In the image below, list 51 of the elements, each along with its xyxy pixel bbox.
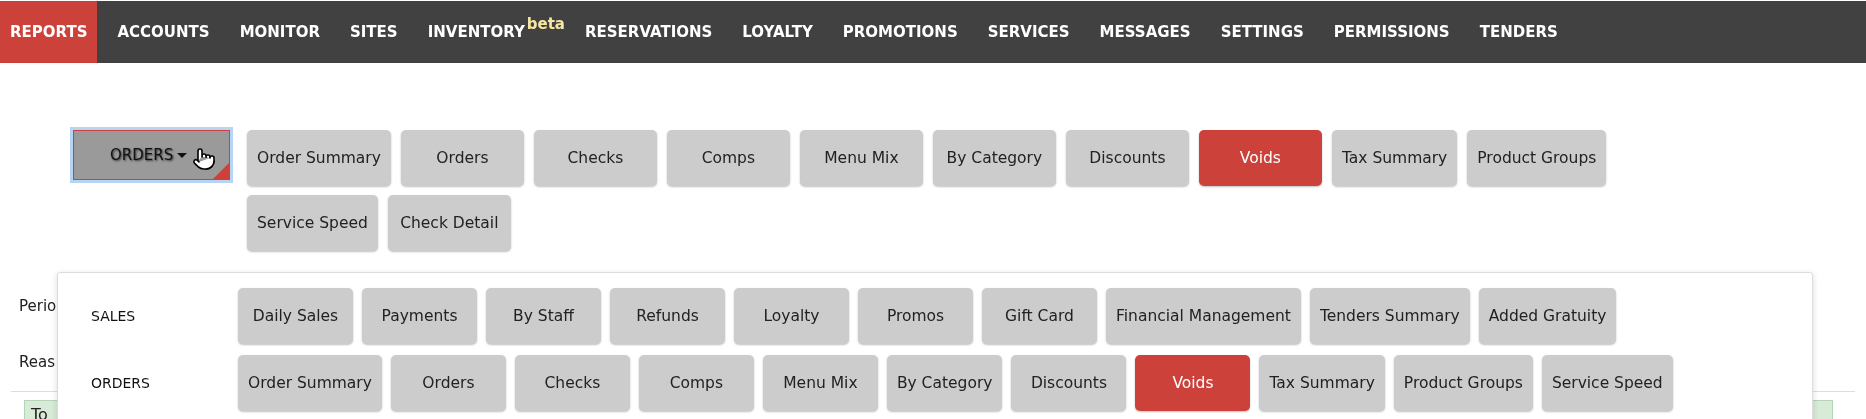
report-button[interactable]: Service Speed: [1541, 355, 1673, 411]
report-button[interactable]: Comps: [638, 355, 754, 411]
report-button[interactable]: Menu Mix: [799, 130, 923, 186]
nav-tab[interactable]: SERVICES: [977, 1, 1080, 63]
nav-tab[interactable]: REPORTS: [0, 1, 98, 63]
report-button[interactable]: Tax Summary: [1331, 130, 1458, 186]
report-button[interactable]: By Category: [886, 355, 1003, 411]
nav-tab[interactable]: MONITOR: [229, 1, 330, 63]
report-button[interactable]: Orders: [400, 130, 524, 186]
report-button[interactable]: Order Summary: [247, 130, 391, 186]
group-label: SALES: [90, 308, 137, 324]
report-button[interactable]: Discounts: [1065, 130, 1189, 186]
report-button[interactable]: Tax Summary: [1259, 355, 1385, 411]
report-button[interactable]: Refunds: [610, 288, 725, 344]
form-label: Reas: [19, 353, 56, 371]
report-button[interactable]: Product Groups: [1393, 355, 1533, 411]
report-button[interactable]: Financial Management: [1106, 288, 1301, 344]
report-button[interactable]: Tenders Summary: [1309, 288, 1470, 344]
report-button[interactable]: Promos: [858, 288, 973, 344]
nav-tab[interactable]: SITES: [340, 1, 408, 63]
report-button[interactable]: Service Speed: [247, 195, 378, 251]
report-button[interactable]: Daily Sales: [238, 288, 353, 344]
report-button[interactable]: Discounts: [1011, 355, 1127, 411]
report-button[interactable]: Gift Card: [982, 288, 1097, 344]
nav-tab[interactable]: SETTINGS: [1210, 1, 1314, 63]
nav-tab[interactable]: TENDERS: [1469, 1, 1568, 63]
report-button[interactable]: Checks: [514, 355, 630, 411]
report-button[interactable]: Loyalty: [734, 288, 849, 344]
nav-tab[interactable]: PROMOTIONS: [832, 1, 968, 63]
report-button[interactable]: Payments: [362, 288, 477, 344]
beta-label: beta: [526, 15, 565, 33]
nav-tab[interactable]: LOYALTY: [732, 1, 823, 63]
report-button[interactable]: Menu Mix: [762, 355, 878, 411]
report-button[interactable]: Order Summary: [238, 355, 382, 411]
report-button[interactable]: Product Groups: [1467, 130, 1607, 186]
report-button[interactable]: Comps: [666, 130, 790, 186]
report-group-dropdown[interactable]: ORDERS: [73, 130, 230, 180]
report-button[interactable]: Checks: [533, 130, 657, 186]
nav-tab[interactable]: RESERVATIONS: [575, 1, 723, 63]
group-label: ORDERS: [90, 375, 151, 391]
report-button[interactable]: By Staff: [486, 288, 601, 344]
report-button[interactable]: Orders: [390, 355, 506, 411]
nav-tab[interactable]: ACCOUNTS: [107, 1, 220, 63]
report-button[interactable]: Added Gratuity: [1478, 288, 1617, 344]
report-button[interactable]: Voids: [1135, 355, 1251, 411]
report-button[interactable]: By Category: [932, 130, 1056, 186]
report-button[interactable]: Check Detail: [387, 195, 511, 251]
caret-icon: [177, 152, 188, 158]
nav-tab[interactable]: MESSAGES: [1089, 1, 1201, 63]
report-button[interactable]: Voids: [1198, 130, 1322, 186]
nav-tab[interactable]: PERMISSIONS: [1323, 1, 1460, 63]
